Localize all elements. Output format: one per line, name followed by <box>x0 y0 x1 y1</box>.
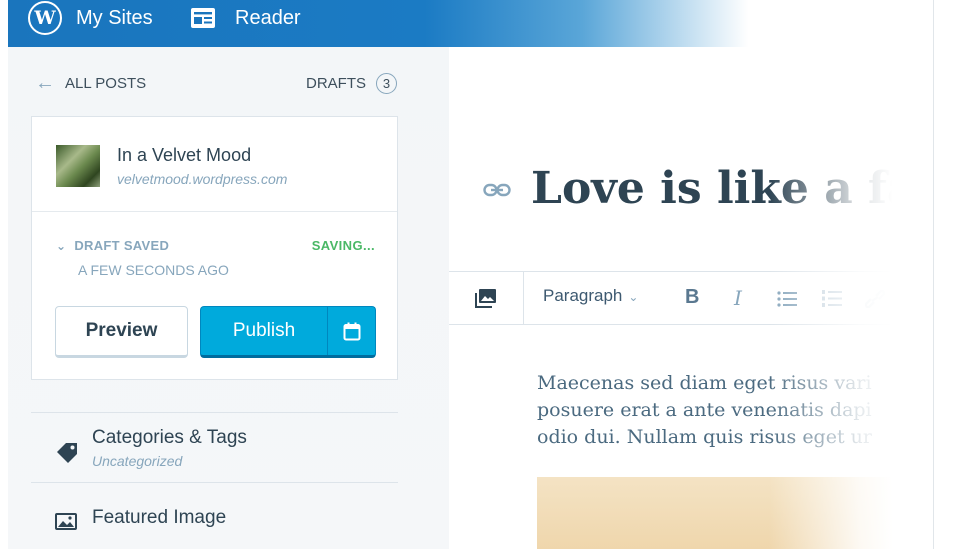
italic-button[interactable]: I <box>734 286 742 310</box>
reader-icon <box>191 8 215 28</box>
all-posts-label: ALL POSTS <box>65 74 147 92</box>
paragraph-format-select[interactable]: Paragraph ⌄ <box>543 286 638 306</box>
publish-button[interactable]: Publish <box>201 307 327 355</box>
drafts-count-badge: 3 <box>376 73 397 94</box>
draft-saved-label: DRAFT SAVED <box>74 238 170 253</box>
post-status-card: In a Velvet Mood velvetmood.wordpress.co… <box>31 116 398 380</box>
reader-label: Reader <box>235 6 301 29</box>
featured-image-title: Featured Image <box>92 507 227 528</box>
categories-tags-title: Categories & Tags <box>92 427 247 448</box>
draft-saved-toggle[interactable]: ⌄ DRAFT SAVED <box>56 238 169 253</box>
chevron-down-icon: ⌄ <box>628 290 639 304</box>
publish-button-group: Publish <box>200 306 376 358</box>
post-body[interactable]: Maecenas sed diam eget risus vari posuer… <box>537 370 933 451</box>
draft-saved-time: A FEW SECONDS AGO <box>78 262 229 278</box>
arrow-left-icon: ← <box>35 72 55 94</box>
categories-tags-section[interactable]: Categories & Tags Uncategorized <box>31 413 398 477</box>
numbered-list-icon[interactable] <box>822 290 842 307</box>
categories-tags-subtitle: Uncategorized <box>92 453 183 469</box>
saving-indicator: SAVING... <box>311 238 375 253</box>
site-url: velvetmood.wordpress.com <box>117 171 288 187</box>
featured-image-section[interactable]: Featured Image <box>31 483 398 549</box>
body-line: Maecenas sed diam eget risus vari <box>537 372 872 394</box>
paragraph-format-label: Paragraph <box>543 286 623 305</box>
post-title-input[interactable]: Love is like a fa <box>531 163 915 214</box>
schedule-button[interactable] <box>328 307 376 355</box>
link-icon[interactable] <box>483 183 511 197</box>
site-title: In a Velvet Mood <box>117 145 252 165</box>
editor-toolbar: Paragraph ⌄ B I <box>449 271 933 325</box>
masterbar: W My Sites Reader <box>8 0 933 47</box>
all-posts-link[interactable]: ← ALL POSTS <box>35 73 146 93</box>
post-image[interactable] <box>537 477 933 549</box>
site-thumbnail <box>56 145 100 187</box>
tag-icon <box>57 443 77 463</box>
my-sites-link[interactable]: W My Sites <box>28 0 153 36</box>
drafts-label: DRAFTS <box>306 75 366 92</box>
media-icon <box>475 289 496 308</box>
calendar-icon <box>343 322 361 340</box>
body-line: posuere erat a ante venenatis dapi <box>537 399 872 421</box>
reader-link[interactable]: Reader <box>190 0 301 36</box>
body-line: odio dui. Nullam quis risus eget ur <box>537 426 872 448</box>
draft-status: ⌄ DRAFT SAVED A FEW SECONDS AGO SAVING... <box>32 213 397 283</box>
add-media-button[interactable] <box>449 272 524 324</box>
editor-sidebar: ← ALL POSTS DRAFTS 3 In a Velvet Mood ve… <box>8 47 449 549</box>
image-icon <box>55 513 77 530</box>
my-sites-label: My Sites <box>76 6 153 29</box>
preview-button[interactable]: Preview <box>55 306 188 358</box>
chevron-down-icon: ⌄ <box>56 239 67 253</box>
app-frame: W My Sites Reader ← ALL POSTS DRAFTS 3 I… <box>8 0 934 549</box>
post-editor: Love is like a fa Paragraph ⌄ B I Maecen… <box>449 47 933 549</box>
site-info: In a Velvet Mood velvetmood.wordpress.co… <box>32 117 397 212</box>
insert-link-icon[interactable] <box>865 290 885 308</box>
sidebar-topnav: ← ALL POSTS DRAFTS 3 <box>35 73 397 97</box>
drafts-link[interactable]: DRAFTS 3 <box>306 73 397 94</box>
wordpress-logo-icon: W <box>28 1 62 35</box>
bold-button[interactable]: B <box>685 286 699 309</box>
bullet-list-icon[interactable] <box>777 291 797 307</box>
